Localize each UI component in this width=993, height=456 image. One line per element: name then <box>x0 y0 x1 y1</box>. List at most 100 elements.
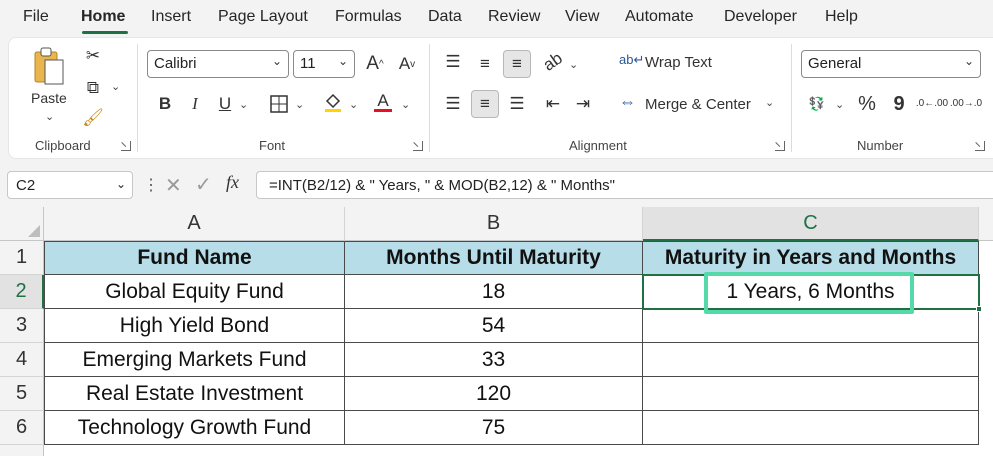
cancel-icon[interactable]: ✕ <box>165 173 182 198</box>
font-color-button[interactable]: A <box>369 88 397 116</box>
column-header-d[interactable] <box>979 207 993 241</box>
select-all-button[interactable] <box>0 207 44 241</box>
align-right-icon[interactable]: ☰ <box>503 90 531 118</box>
table-cell[interactable]: 120 <box>345 377 643 411</box>
font-color-dropdown-icon[interactable]: ⌄ <box>401 98 410 111</box>
table-cell[interactable]: Emerging Markets Fund <box>44 343 345 377</box>
ribbon: Paste ⌄ ✂ ⧉ ⌄ 🖌 Clipboard Calibri ⌄ 11 ⌄… <box>8 37 993 159</box>
number-format-select[interactable]: General ⌄ <box>801 50 981 78</box>
number-launcher-icon[interactable] <box>975 141 985 151</box>
borders-icon[interactable] <box>265 90 293 118</box>
increase-indent-icon[interactable]: ⇥ <box>569 90 597 118</box>
tab-help[interactable]: Help <box>825 8 858 26</box>
row-header-2[interactable]: 2 <box>0 275 44 309</box>
align-bottom-icon[interactable]: ≡ <box>503 50 531 78</box>
group-divider <box>791 44 792 152</box>
table-cell[interactable]: Real Estate Investment <box>44 377 345 411</box>
paste-dropdown-icon[interactable]: ⌄ <box>45 110 54 123</box>
table-cell[interactable] <box>643 343 979 377</box>
clipboard-launcher-icon[interactable] <box>121 141 131 151</box>
alignment-group-label: Alignment <box>569 138 627 153</box>
more-options-icon[interactable]: ⋮ <box>143 175 159 195</box>
tab-developer[interactable]: Developer <box>724 8 797 26</box>
table-cell[interactable] <box>643 411 979 445</box>
tab-file[interactable]: File <box>23 8 49 26</box>
tab-automate[interactable]: Automate <box>625 8 693 26</box>
tab-data[interactable]: Data <box>428 8 462 26</box>
table-cell-active[interactable]: 1 Years, 6 Months <box>643 275 979 309</box>
align-top-icon[interactable]: ☰ <box>439 48 467 76</box>
tab-review[interactable]: Review <box>488 8 540 26</box>
row-header-5[interactable]: 5 <box>0 377 44 411</box>
decrease-indent-icon[interactable]: ⇤ <box>539 90 567 118</box>
table-cell[interactable]: 18 <box>345 275 643 309</box>
merge-center-label: Merge & Center <box>645 96 751 113</box>
table-cell[interactable] <box>643 377 979 411</box>
shrink-font-button[interactable]: Av <box>393 50 421 78</box>
shrink-font-label: A <box>398 54 411 73</box>
accounting-format-icon[interactable]: 💱 <box>803 90 831 118</box>
table-cell[interactable]: 54 <box>345 309 643 343</box>
underline-dropdown-icon[interactable]: ⌄ <box>239 98 248 111</box>
cut-icon[interactable]: ✂ <box>79 42 107 70</box>
group-divider <box>429 44 430 152</box>
align-center-icon[interactable]: ≡ <box>471 90 499 118</box>
tab-view[interactable]: View <box>565 8 599 26</box>
percent-style-button[interactable]: % <box>853 90 881 118</box>
insert-function-button[interactable]: fx <box>226 172 239 193</box>
name-box[interactable]: C2 ⌄ <box>7 171 133 199</box>
paste-button[interactable] <box>31 46 67 92</box>
merge-dropdown-icon[interactable]: ⌄ <box>765 96 774 109</box>
row-header-3[interactable]: 3 <box>0 309 44 343</box>
table-cell[interactable]: 33 <box>345 343 643 377</box>
orientation-icon[interactable]: ab <box>534 43 573 82</box>
header-cell-fund-name[interactable]: Fund Name <box>44 241 345 275</box>
enter-icon[interactable]: ✓ <box>195 172 212 197</box>
row-header-6[interactable]: 6 <box>0 411 44 445</box>
tab-insert[interactable]: Insert <box>151 8 191 26</box>
fill-color-dropdown-icon[interactable]: ⌄ <box>349 98 358 111</box>
column-header-c[interactable]: C <box>643 207 979 241</box>
table-cell[interactable] <box>643 309 979 343</box>
font-name-value: Calibri <box>154 55 197 72</box>
decrease-decimal-button[interactable]: .00→.0 <box>950 90 982 118</box>
tab-formulas[interactable]: Formulas <box>335 8 402 26</box>
table-cell[interactable]: Global Equity Fund <box>44 275 345 309</box>
column-header-a[interactable]: A <box>44 207 345 241</box>
font-size-select[interactable]: 11 ⌄ <box>293 50 355 78</box>
table-cell[interactable]: 75 <box>345 411 643 445</box>
underline-button[interactable]: U <box>211 90 239 118</box>
italic-button[interactable]: I <box>181 90 209 118</box>
bold-button[interactable]: B <box>151 90 179 118</box>
chevron-down-icon: ⌄ <box>271 54 282 68</box>
formula-text: =INT(B2/12) & " Years, " & MOD(B2,12) & … <box>269 177 616 194</box>
formula-input[interactable]: =INT(B2/12) & " Years, " & MOD(B2,12) & … <box>256 171 993 199</box>
tab-home[interactable]: Home <box>81 8 125 26</box>
font-launcher-icon[interactable] <box>413 141 423 151</box>
accounting-dropdown-icon[interactable]: ⌄ <box>835 98 844 111</box>
row-header-7[interactable] <box>0 445 44 456</box>
alignment-launcher-icon[interactable] <box>775 141 785 151</box>
format-painter-icon[interactable]: 🖌 <box>79 104 107 132</box>
row-header-4[interactable]: 4 <box>0 343 44 377</box>
font-name-select[interactable]: Calibri ⌄ <box>147 50 289 78</box>
grow-font-button[interactable]: A ^ <box>361 50 389 78</box>
header-cell-maturity[interactable]: Maturity in Years and Months <box>643 241 979 275</box>
header-cell-months[interactable]: Months Until Maturity <box>345 241 643 275</box>
table-cell[interactable]: Technology Growth Fund <box>44 411 345 445</box>
increase-decimal-button[interactable]: .0←.00 <box>916 90 948 118</box>
orientation-dropdown-icon[interactable]: ⌄ <box>569 58 578 71</box>
fill-color-icon[interactable] <box>319 88 347 116</box>
borders-dropdown-icon[interactable]: ⌄ <box>295 98 304 111</box>
paste-label: Paste <box>31 90 67 106</box>
row-header-1[interactable]: 1 <box>0 241 44 275</box>
align-middle-icon[interactable]: ≡ <box>471 50 499 78</box>
comma-style-button[interactable]: 9 <box>885 90 913 118</box>
copy-icon[interactable]: ⧉ <box>79 74 107 102</box>
align-left-icon[interactable]: ☰ <box>439 90 467 118</box>
table-cell[interactable]: High Yield Bond <box>44 309 345 343</box>
tab-page-layout[interactable]: Page Layout <box>218 8 308 26</box>
copy-dropdown-icon[interactable]: ⌄ <box>111 80 120 93</box>
column-header-b[interactable]: B <box>345 207 643 241</box>
grow-font-label: A <box>366 53 379 74</box>
